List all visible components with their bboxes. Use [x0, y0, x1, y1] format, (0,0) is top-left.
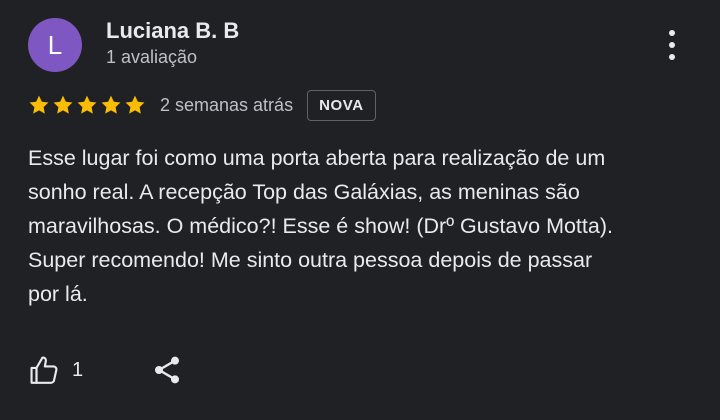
reviewer-review-count: 1 avaliação — [106, 47, 198, 67]
like-button[interactable]: 1 — [28, 353, 83, 387]
star-icon — [53, 95, 73, 114]
share-button[interactable] — [151, 354, 183, 386]
star-rating — [28, 94, 146, 116]
star-icon — [77, 95, 97, 114]
avatar-letter: L — [47, 29, 63, 60]
more-vertical-icon[interactable] — [660, 30, 684, 60]
star-icon — [29, 95, 49, 114]
review-line: sonho real. A recepção Top das Galáxias,… — [28, 180, 580, 204]
review-line: Super recomendo! Me sinto outra pessoa d… — [28, 248, 593, 272]
review-line: maravilhosas. O médico?! Esse é show! (D… — [28, 214, 613, 238]
avatar[interactable]: L — [28, 18, 82, 72]
share-icon — [155, 356, 180, 384]
review-date: 2 semanas atrás — [160, 94, 294, 115]
thumbs-up-icon — [30, 356, 58, 384]
rating-row: 2 semanas atrás NOVA — [28, 88, 376, 122]
review-text: Esse lugar foi como uma porta aberta par… — [28, 141, 700, 311]
like-count: 1 — [72, 358, 84, 381]
review-line: Esse lugar foi como uma porta aberta par… — [28, 146, 606, 170]
review-line: por lá. — [28, 282, 88, 306]
review-actions: 1 — [28, 348, 183, 392]
new-badge: NOVA — [307, 89, 376, 121]
reviewer-name[interactable]: Luciana B. B — [106, 18, 239, 44]
star-icon — [101, 95, 121, 114]
star-icon — [125, 95, 145, 114]
